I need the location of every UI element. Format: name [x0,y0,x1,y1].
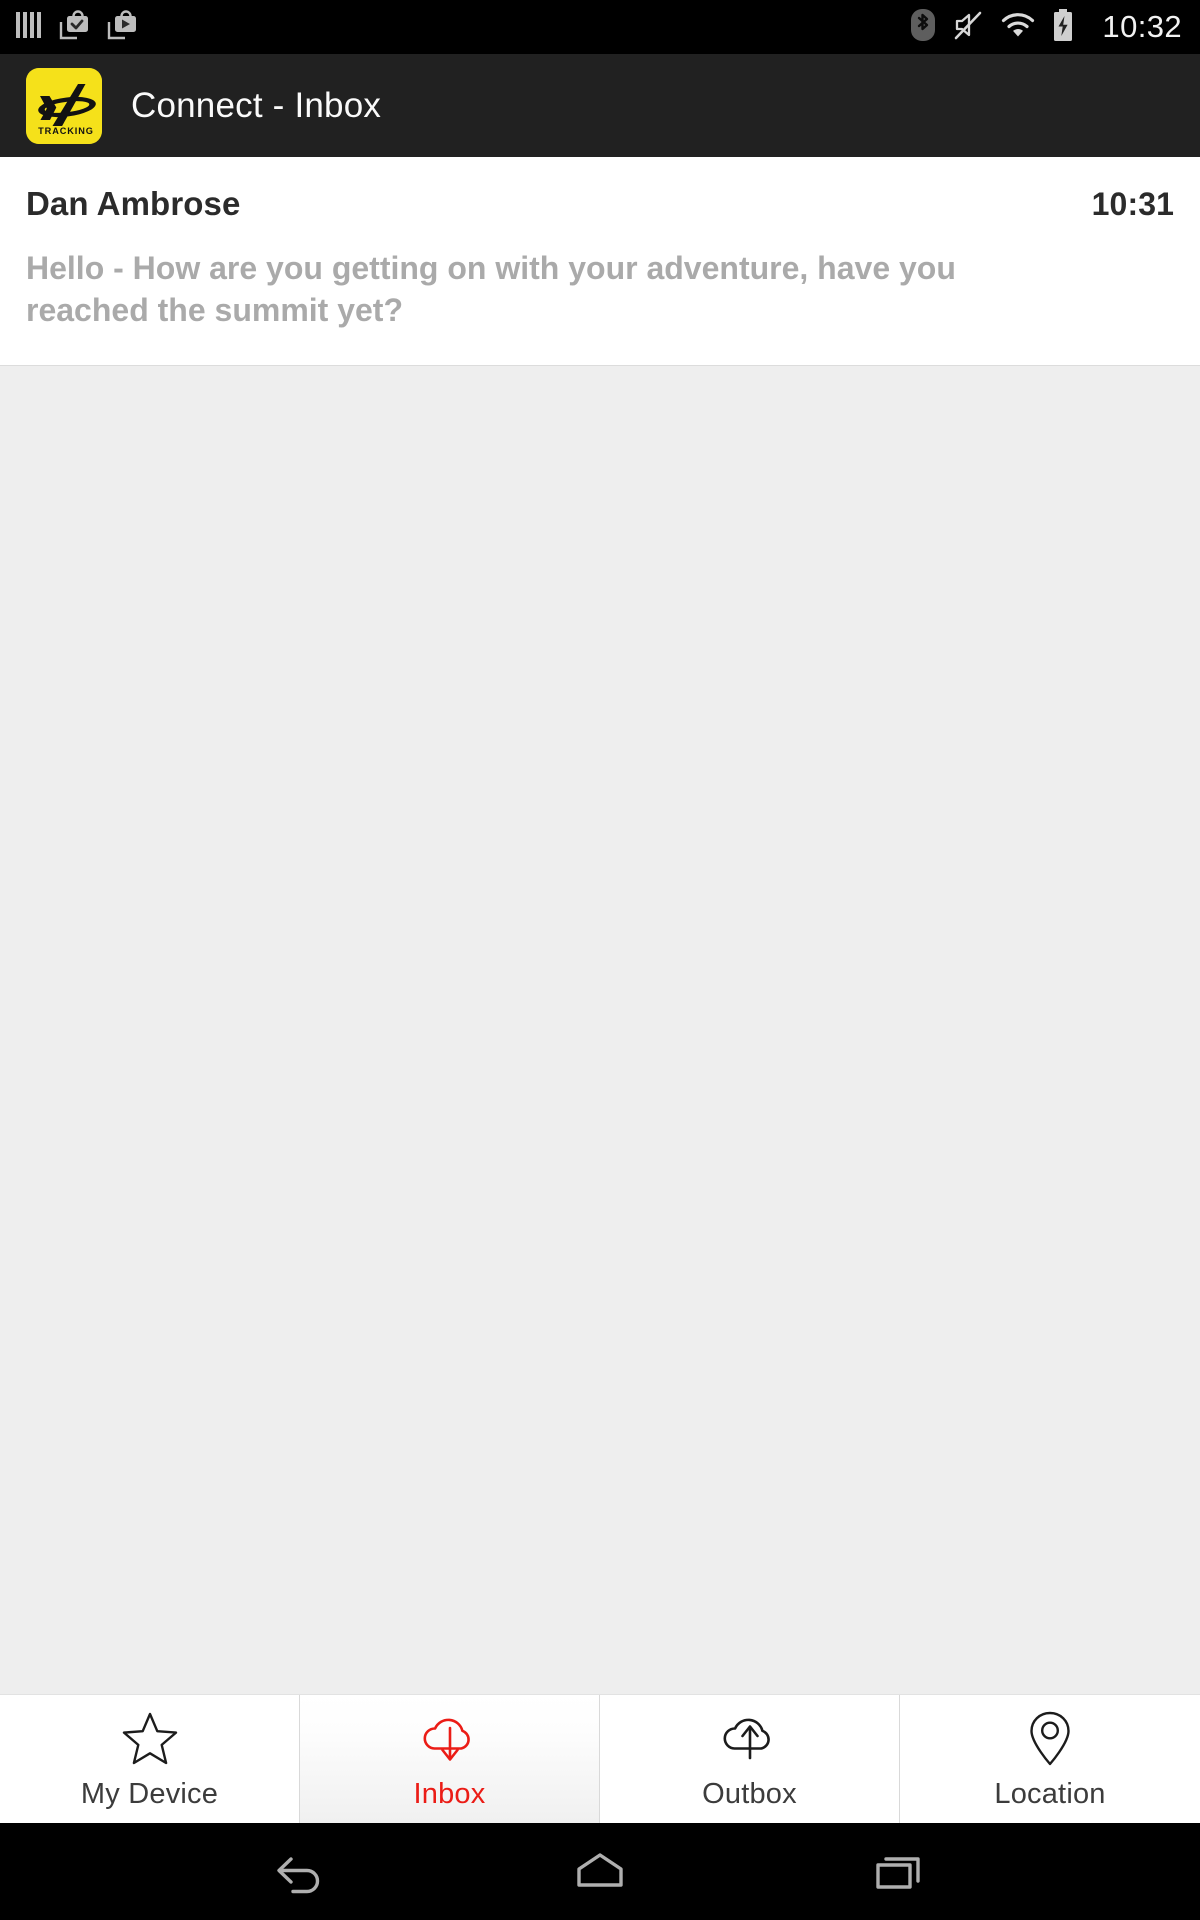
tab-label-inbox: Inbox [413,1777,486,1810]
message-sender: Dan Ambrose [26,185,241,222]
message-timestamp: 10:31 [1091,186,1174,222]
wifi-icon [1000,11,1036,44]
status-bar-right-icons: 10:32 [910,8,1182,47]
bluetooth-icon [910,8,936,47]
star-icon [121,1710,179,1768]
android-status-bar: 10:32 [0,0,1200,54]
map-pin-icon [1027,1710,1073,1768]
volume-muted-icon [952,9,984,46]
tab-outbox[interactable]: Outbox [600,1695,900,1823]
bottom-tab-bar: My Device Inbox Outbox Location [0,1694,1200,1823]
inbox-message-list: Dan Ambrose 10:31 Hello - How are you ge… [0,157,1200,367]
logo-wordmark: TRACKING [38,126,94,136]
message-list-item[interactable]: Dan Ambrose 10:31 Hello - How are you ge… [0,157,1200,367]
app-bar: TRACKING Connect - Inbox [0,54,1200,157]
play-store-download-icon [106,9,138,46]
status-bar-clock: 10:32 [1102,9,1182,44]
cloud-download-icon [417,1710,483,1768]
android-navigation-bar [0,1823,1200,1920]
message-header-row: Dan Ambrose 10:31 [26,185,1174,223]
inbox-empty-area [0,366,1200,1694]
cloud-upload-icon [717,1710,783,1768]
status-bar-left-icons [14,9,138,46]
tab-label-my-device: My Device [80,1777,219,1810]
tab-label-location: Location [994,1777,1106,1810]
phone-screen: 10:32 TRACKING Connect - Inbox Dan Ambro… [0,0,1200,1920]
back-icon[interactable] [269,1845,331,1899]
tab-my-device[interactable]: My Device [0,1695,300,1823]
recents-icon[interactable] [869,1845,931,1899]
play-store-installed-icon [58,9,90,46]
battery-charging-icon [1052,8,1074,47]
tab-inbox[interactable]: Inbox [300,1695,600,1823]
app-bar-title: Connect - Inbox [131,85,382,125]
tab-location[interactable]: Location [900,1695,1200,1823]
yb-tracking-logo: TRACKING [26,67,102,144]
home-icon[interactable] [569,1845,631,1899]
signal-bars-icon [14,10,42,45]
tab-label-outbox: Outbox [702,1777,797,1810]
message-preview-text: Hello - How are you getting on with your… [26,250,956,329]
